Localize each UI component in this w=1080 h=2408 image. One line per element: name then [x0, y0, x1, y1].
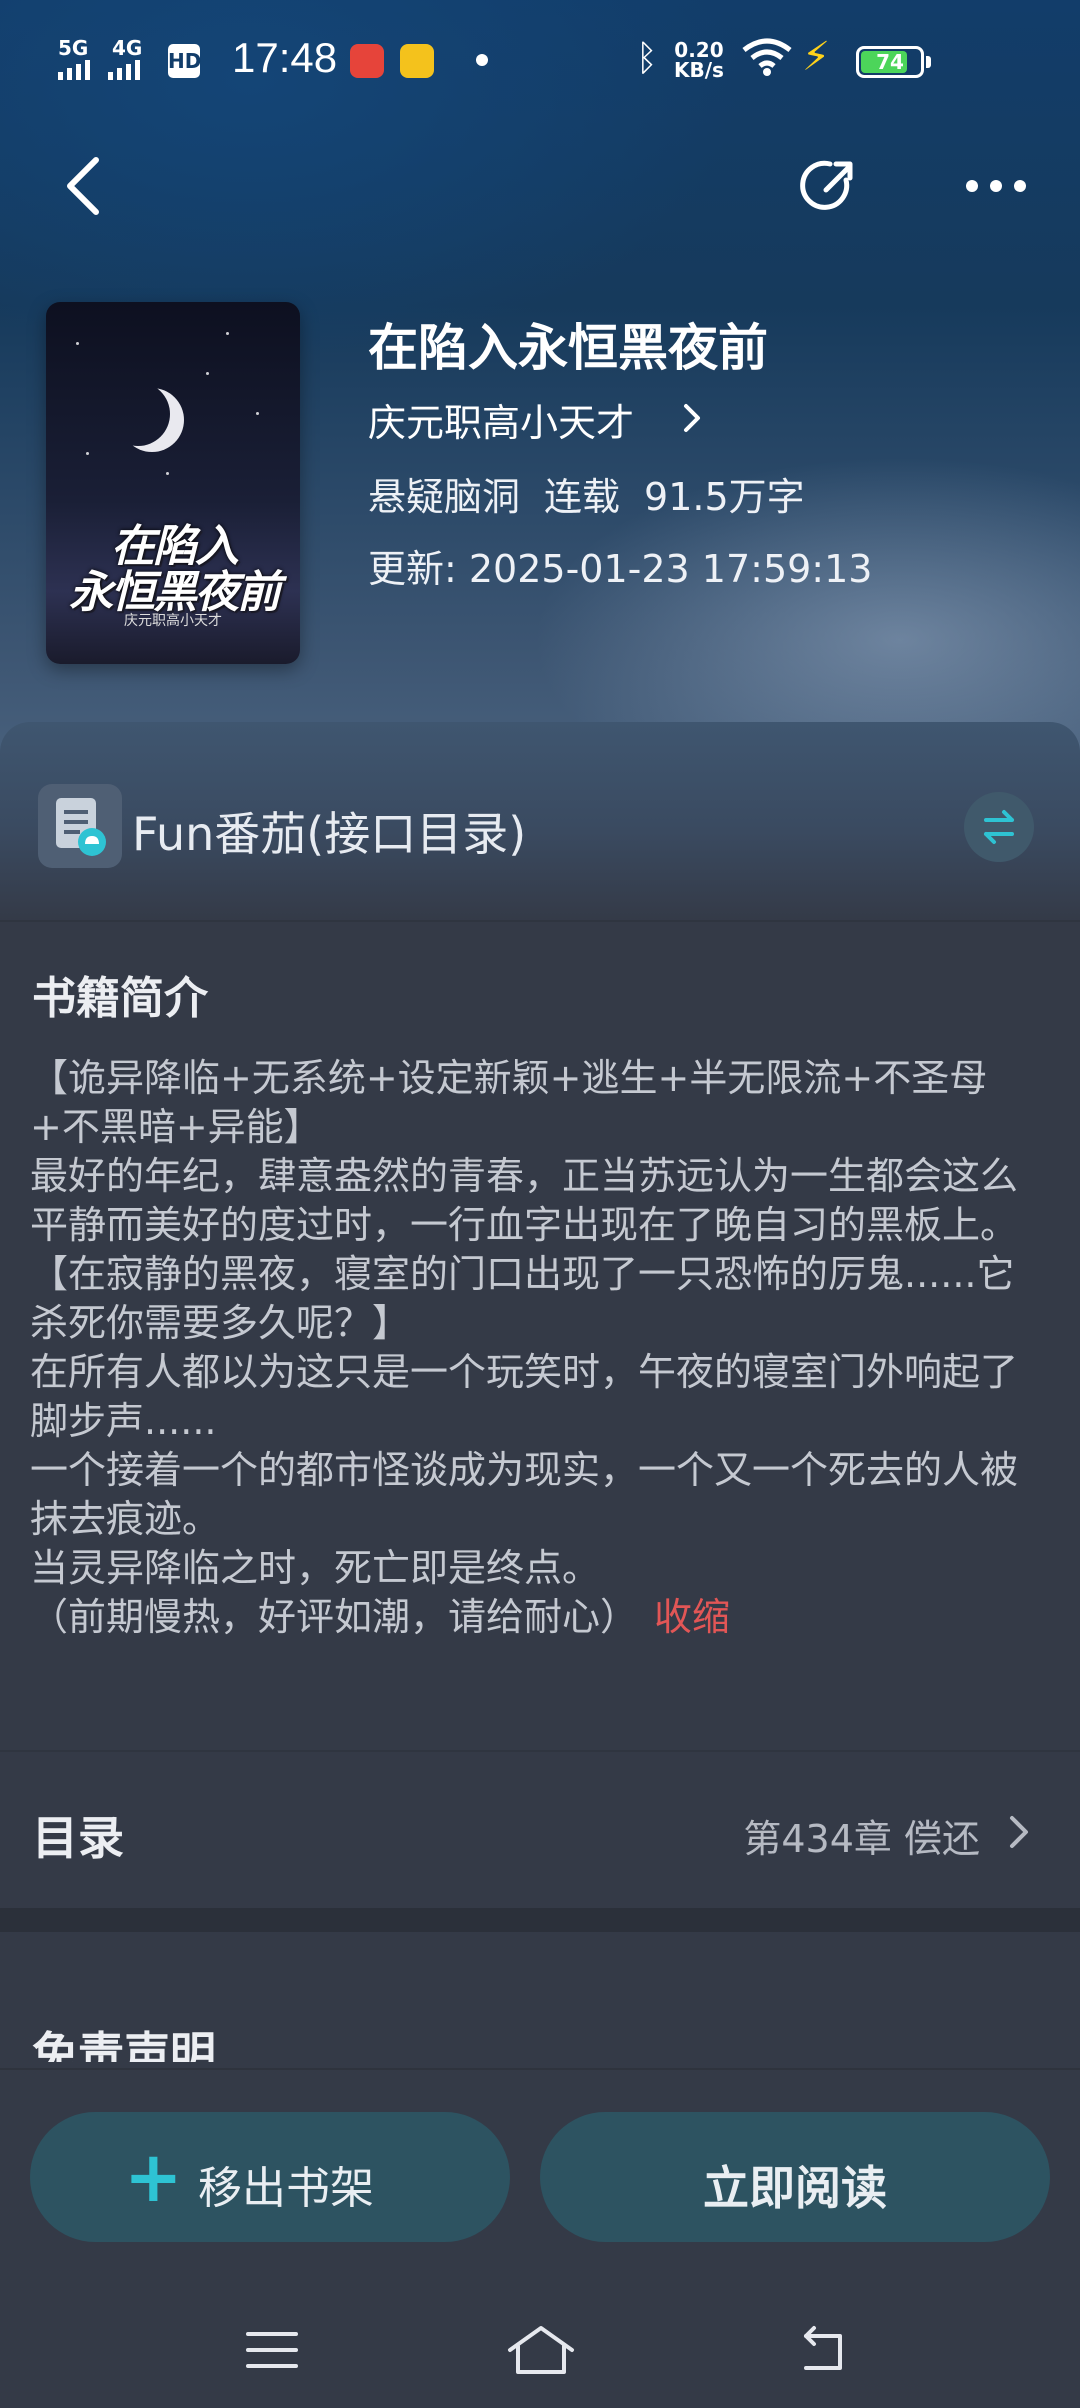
back-nav-icon[interactable] [796, 2320, 852, 2380]
more-notifications-dot [476, 54, 488, 66]
disclaimer-heading: 免责声明 [32, 2027, 216, 2062]
intro-line-last: （前期慢热，好评如潮，请给耐心） 收缩 [30, 1593, 1050, 1642]
intro-line: 在所有人都以为这只是一个玩笑时，午夜的寝室门外响起了脚步声...... [30, 1350, 1019, 1443]
toc-label: 目录 [32, 1811, 124, 1865]
battery-icon: 74 [856, 46, 924, 78]
battery-level: 74 [876, 50, 904, 74]
mail-notification-icon [400, 44, 434, 78]
cover-title-line1: 在陷入 [111, 521, 239, 572]
wifi-icon [742, 38, 792, 76]
intro-text[interactable]: 【诡异降临+无系统+设定新颖+逃生+半无限流+不圣母+不黑暗+异能】 最好的年纪… [30, 1054, 1050, 1642]
battery-tip [926, 56, 931, 68]
star [76, 342, 79, 345]
app-notification-icon [350, 44, 384, 78]
chevron-right-icon [1010, 1816, 1028, 1848]
section-separator [0, 1908, 1080, 1932]
cover-title: 在陷入 永恒黑夜前 [54, 524, 294, 616]
book-status: 连载 [544, 475, 621, 519]
author-link[interactable]: 庆元职高小天才 [368, 392, 634, 447]
swap-icon [984, 810, 1014, 844]
share-icon[interactable] [796, 150, 860, 222]
intro-line: 当灵异降临之时，死亡即是终点。 [30, 1546, 601, 1590]
intro-line: 一个接着一个的都市怪谈成为现实，一个又一个死去的人被抹去痕迹。 [30, 1448, 1019, 1541]
intro-line: 【在寂静的黑夜，寝室的门口出现了一只恐怖的厉鬼......它杀死你需要多久呢？】 [30, 1252, 1015, 1345]
switch-source-button[interactable] [964, 792, 1034, 862]
intro-line: （前期慢热，好评如潮，请给耐心） [30, 1595, 639, 1639]
remove-from-shelf-button[interactable]: + 移出书架 [30, 2112, 510, 2242]
star [256, 412, 259, 415]
collapse-link[interactable]: 收缩 [654, 1595, 730, 1639]
net-speed-unit: KB/s [674, 58, 724, 82]
back-icon[interactable] [56, 150, 116, 222]
document-cloud-icon [56, 798, 106, 856]
chevron-right-icon[interactable] [680, 398, 704, 438]
divider [0, 920, 1080, 922]
cover-author: 庆元职高小天才 [124, 613, 222, 629]
book-word-count: 91.5万字 [644, 475, 805, 519]
remove-label: 移出书架 [198, 2163, 374, 2214]
latest-chapter: 第434章 偿还 [743, 1817, 980, 1861]
intro-heading: 书籍简介 [32, 973, 208, 1024]
signal-bars-icon [58, 60, 140, 80]
book-meta: 悬疑脑洞 连载 91.5万字 [368, 466, 829, 521]
source-label: Fun番茄(接口目录) [132, 807, 527, 861]
update-time: 更新: 2025-01-23 17:59:13 [368, 547, 873, 591]
intro-line: 【诡异降临+无系统+设定新颖+逃生+半无限流+不圣母+不黑暗+异能】 [30, 1056, 988, 1149]
detail-panel: Fun番茄(接口目录) 书籍简介 【诡异降临+无系统+设定新颖+逃生+半无限流+… [0, 722, 1080, 2082]
book-cover[interactable]: 在陷入 永恒黑夜前 庆元职高小天才 [46, 302, 300, 664]
star [166, 472, 169, 475]
menu-icon[interactable] [244, 2320, 300, 2380]
read-now-button[interactable]: 立即阅读 [540, 2112, 1050, 2242]
more-icon[interactable] [962, 150, 1030, 222]
signal-4g: 4G [112, 36, 143, 60]
bottom-action-bar: + 移出书架 立即阅读 [0, 2068, 1080, 2408]
plus-icon: + [124, 2136, 183, 2218]
intro-line: 最好的年纪，肆意盎然的青春，正当苏远认为一生都会这么平静而美好的度过时，一行血字… [30, 1154, 1019, 1247]
star [86, 452, 89, 455]
source-icon [38, 784, 122, 868]
clock: 17:48 [232, 34, 338, 81]
network-speed: 0.20 KB/s [674, 40, 724, 80]
star [206, 372, 209, 375]
book-title: 在陷入永恒黑夜前 [368, 319, 768, 377]
bluetooth-icon: ᛒ [636, 38, 658, 79]
source-row[interactable]: Fun番茄(接口目录) [0, 722, 1080, 922]
star [226, 332, 229, 335]
book-category: 悬疑脑洞 [368, 475, 521, 519]
charging-icon: ⚡ [802, 34, 831, 80]
table-of-contents-row[interactable]: 目录 第434章 偿还 [0, 1752, 1080, 1912]
moon-icon [106, 382, 170, 446]
read-label: 立即阅读 [703, 2161, 887, 2215]
hd-badge: HD [168, 44, 201, 78]
status-bar: 5G 4G HD 17:48 ᛒ 0.20 KB/s ⚡ 74 [0, 0, 1080, 120]
signal-5g: 5G [58, 36, 89, 60]
home-icon[interactable] [504, 2320, 578, 2380]
